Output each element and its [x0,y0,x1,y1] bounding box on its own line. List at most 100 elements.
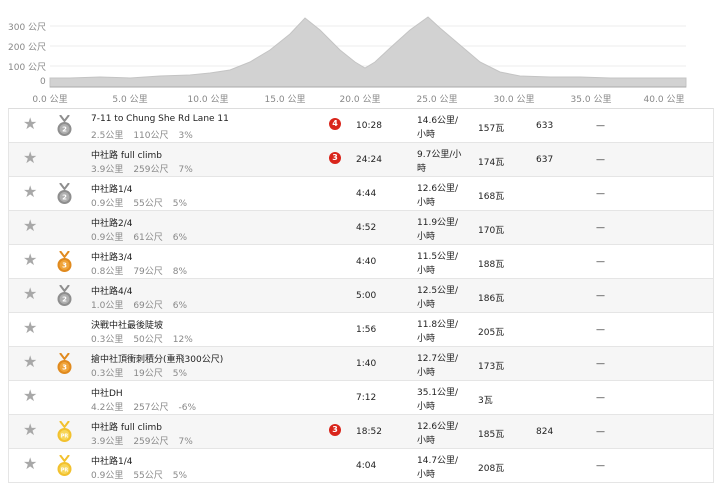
star-icon[interactable]: ★ [23,286,37,302]
star-icon[interactable]: ★ [23,320,37,336]
segment-stats: 3.9公里 259公尺 7% [91,162,203,175]
segment-heart-rate: 633 [536,121,554,131]
segment-stats: 0.8公里 79公尺 8% [91,264,197,277]
climb-category-badge: 3 [329,152,341,164]
segment-row[interactable]: ★ PR 中社路1/4 0.9公里 55公尺 5% 4:04 14.7公里/小時 208瓦 — [9,449,713,483]
star-icon[interactable]: ★ [23,456,37,472]
segment-vam: — [596,461,605,471]
y-tick: 100 公尺 [8,63,47,73]
segment-row[interactable]: ★ PR 中社路 full climb 3.9公里 259公尺 7% 3 18:52 12.6公… [9,415,713,449]
segment-elevation: 257公尺 [133,403,169,413]
segment-name[interactable]: 中社路 full climb [91,148,162,161]
segment-stats: 0.9公里 61公尺 6% [91,230,197,243]
elevation-area [49,16,687,88]
segment-speed: 11.9公里/小時 [417,218,459,242]
x-tick: 30.0 公里 [493,95,535,105]
segment-name[interactable]: 中社路2/4 [91,216,133,229]
segment-power: 188瓦 [478,260,505,270]
segment-power: 3瓦 [478,396,493,406]
segment-power: 208瓦 [478,464,505,474]
segment-speed: 11.5公里/小時 [417,252,459,276]
segment-elevation: 61公尺 [133,233,163,243]
segment-vam: — [596,155,605,165]
segment-name[interactable]: 中社路4/4 [91,284,133,297]
segment-speed: 12.5公里/小時 [417,286,459,310]
segment-name[interactable]: 中社路1/4 [91,182,133,195]
segment-speed: 14.7公里/小時 [417,456,459,480]
medal-icon: PR [57,421,72,442]
segment-power: 185瓦 [478,430,505,440]
segment-vam: — [596,393,605,403]
svg-text:3: 3 [62,364,67,372]
medal-icon: 2 [57,183,72,204]
medal-icon: 2 [57,115,72,136]
segment-table: ★ 2 7-11 to Chung She Rd Lane 11 2.5公里 110公尺… [8,108,714,483]
segment-name[interactable]: 中社路1/4 [91,454,133,467]
segment-elevation: 19公尺 [133,369,163,379]
segment-row[interactable]: ★ 中社路 full climb 3.9公里 259公尺 7% 3 24:24 9.7公里/小… [9,143,713,177]
medal-icon: 3 [57,353,72,374]
segment-name[interactable]: 7-11 to Chung She Rd Lane 11 [91,114,229,124]
segment-row[interactable]: ★ 2 中社路1/4 0.9公里 55公尺 5% 4:44 12.6公里/小時 168瓦 — [9,177,713,211]
segment-stats: 2.5公里 110公尺 3% [91,128,203,141]
x-tick: 10.0 公里 [187,95,229,105]
segment-power: 205瓦 [478,328,505,338]
svg-text:2: 2 [62,296,67,304]
y-tick: 300 公尺 [8,23,47,33]
star-icon[interactable]: ★ [23,116,37,132]
svg-text:PR: PR [61,468,69,474]
star-icon[interactable]: ★ [23,252,37,268]
segment-row[interactable]: ★ 中社路2/4 0.9公里 61公尺 6% 4:52 11.9公里/小時 170瓦 — [9,211,713,245]
segment-speed: 12.6公里/小時 [417,422,459,446]
segment-distance: 0.9公里 [91,199,124,209]
segment-grade: 8% [172,267,188,277]
segment-row[interactable]: ★ 決戰中社最後陡坡 0.3公里 50公尺 12% 1:56 11.8公里/小時 205瓦 — [9,313,713,347]
segment-time: 4:40 [356,257,377,267]
medal-icon: PR [57,455,72,476]
segment-stats: 0.3公里 19公尺 5% [91,366,197,379]
segment-row[interactable]: ★ 3 中社路3/4 0.8公里 79公尺 8% 4:40 11.5公里/小時 188瓦 — [9,245,713,279]
segment-row[interactable]: ★ 2 7-11 to Chung She Rd Lane 11 2.5公里 110公尺… [9,109,713,143]
segment-power: 173瓦 [478,362,505,372]
segment-name[interactable]: 中社路 full climb [91,420,162,433]
star-icon[interactable]: ★ [23,354,37,370]
segment-vam: — [596,121,605,131]
segment-distance: 3.9公里 [91,437,124,447]
segment-row[interactable]: ★ 3 搶中社頂衝刺積分(重飛300公尺) 0.3公里 19公尺 5% 1:40 12.7公里… [9,347,713,381]
star-icon[interactable]: ★ [23,184,37,200]
segment-name[interactable]: 中社路3/4 [91,250,133,263]
svg-text:3: 3 [62,262,67,270]
x-tick: 35.0 公里 [570,95,612,105]
segment-time: 1:56 [356,325,377,335]
segment-time: 4:04 [356,461,377,471]
segment-name[interactable]: 決戰中社最後陡坡 [91,318,163,331]
segment-elevation: 259公尺 [133,437,169,447]
segment-speed: 14.6公里/小時 [417,116,459,140]
star-icon[interactable]: ★ [23,388,37,404]
segment-distance: 0.8公里 [91,267,124,277]
segment-power: 157瓦 [478,124,505,134]
segment-grade: 6% [172,233,188,243]
x-tick: 0.0 公里 [32,95,68,105]
segment-speed: 11.8公里/小時 [417,320,459,344]
segment-row[interactable]: ★ 2 中社路4/4 1.0公里 69公尺 6% 5:00 12.5公里/小時 186瓦 — [9,279,713,313]
star-icon[interactable]: ★ [23,150,37,166]
segment-name[interactable]: 搶中社頂衝刺積分(重飛300公尺) [91,352,223,365]
segment-name[interactable]: 中社DH [91,386,123,399]
y-tick: 200 公尺 [8,43,47,53]
segment-row[interactable]: ★ 中社DH 4.2公里 257公尺 -6% 7:12 35.1公里/小時 3瓦 — [9,381,713,415]
segment-grade: 5% [172,369,188,379]
segment-distance: 2.5公里 [91,131,124,141]
segment-elevation: 79公尺 [133,267,163,277]
segment-vam: — [596,189,605,199]
x-tick: 15.0 公里 [264,95,306,105]
segment-time: 4:44 [356,189,377,199]
elevation-chart: 300 公尺 200 公尺 100 公尺 0 0.0 公里 5.0 公里 10.… [0,0,720,108]
star-icon[interactable]: ★ [23,218,37,234]
segment-vam: — [596,291,605,301]
segment-grade: 5% [172,471,188,481]
segment-time: 10:28 [356,121,382,131]
segment-vam: — [596,427,605,437]
star-icon[interactable]: ★ [23,422,37,438]
segment-speed: 12.7公里/小時 [417,354,459,378]
